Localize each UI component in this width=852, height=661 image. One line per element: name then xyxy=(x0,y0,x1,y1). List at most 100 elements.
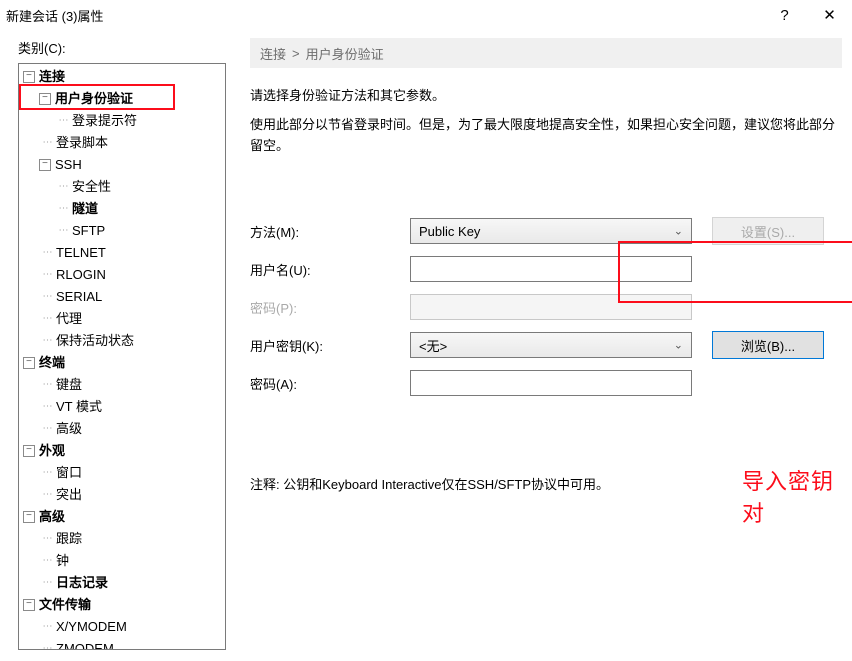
tree-item[interactable]: ⋯TELNET xyxy=(19,242,225,264)
breadcrumb: 连接 > 用户身份验证 xyxy=(250,38,842,68)
tree-item-label: 登录脚本 xyxy=(56,132,108,154)
tree-item[interactable]: ⋯窗口 xyxy=(19,462,225,484)
tree-item[interactable]: ⋯SERIAL xyxy=(19,286,225,308)
tree-item[interactable]: ⋯日志记录 xyxy=(19,572,225,594)
tree-item-label: 用户身份验证 xyxy=(55,88,133,110)
collapse-icon[interactable]: − xyxy=(23,511,35,523)
category-label: 类别(C): xyxy=(18,38,226,57)
tree-leaf-icon: ⋯ xyxy=(55,198,72,220)
tree-item[interactable]: ⋯隧道 xyxy=(19,198,225,220)
collapse-icon[interactable]: − xyxy=(23,71,35,83)
tree-item-label: SFTP xyxy=(72,220,105,242)
userkey-select[interactable]: <无> ⌄ xyxy=(410,332,692,358)
collapse-icon[interactable]: − xyxy=(39,159,51,171)
tree-item[interactable]: ⋯代理 xyxy=(19,308,225,330)
auth-form: 方法(M): Public Key ⌄ 设置(S)... 用户名(U): 密码(… xyxy=(250,212,842,402)
tree-leaf-icon: ⋯ xyxy=(39,550,56,572)
username-input[interactable] xyxy=(410,256,692,282)
tree-item-label: TELNET xyxy=(56,242,106,264)
tree-item-label: 连接 xyxy=(39,66,65,88)
intro-line1: 请选择身份验证方法和其它参数。 xyxy=(250,86,842,107)
method-select[interactable]: Public Key ⌄ xyxy=(410,218,692,244)
tree-item[interactable]: −SSH xyxy=(19,154,225,176)
tree-item[interactable]: −外观 xyxy=(19,440,225,462)
tree-leaf-icon: ⋯ xyxy=(55,110,72,132)
tree-item[interactable]: ⋯钟 xyxy=(19,550,225,572)
password-input xyxy=(410,294,692,320)
tree-item[interactable]: ⋯登录脚本 xyxy=(19,132,225,154)
tree-item[interactable]: ⋯VT 模式 xyxy=(19,396,225,418)
tree-item-label: ZMODEM xyxy=(56,638,114,650)
passphrase-label: 密码(A): xyxy=(250,374,410,393)
tree-item-label: 隧道 xyxy=(72,198,98,220)
tree-leaf-icon: ⋯ xyxy=(39,330,56,352)
tree-item-label: 文件传输 xyxy=(39,594,91,616)
tree-item[interactable]: ⋯安全性 xyxy=(19,176,225,198)
tree-leaf-icon: ⋯ xyxy=(39,374,56,396)
tree-item-label: 键盘 xyxy=(56,374,82,396)
tree-leaf-icon: ⋯ xyxy=(39,572,56,594)
help-icon[interactable]: ? xyxy=(762,0,807,30)
tree-leaf-icon: ⋯ xyxy=(39,462,56,484)
tree-item-label: 安全性 xyxy=(72,176,111,198)
tree-leaf-icon: ⋯ xyxy=(55,176,72,198)
tree-item[interactable]: ⋯登录提示符 xyxy=(19,110,225,132)
titlebar: 新建会话 (3)属性 ? ✕ xyxy=(0,0,852,30)
tree-item[interactable]: ⋯X/YMODEM xyxy=(19,616,225,638)
window-controls: ? ✕ xyxy=(762,0,852,30)
tree-item[interactable]: ⋯SFTP xyxy=(19,220,225,242)
tree-item[interactable]: −文件传输 xyxy=(19,594,225,616)
tree-item-label: 日志记录 xyxy=(56,572,108,594)
tree-item-label: SSH xyxy=(55,154,82,176)
tree-item[interactable]: ⋯ZMODEM xyxy=(19,638,225,650)
tree-leaf-icon: ⋯ xyxy=(39,264,56,286)
tree-item[interactable]: ⋯RLOGIN xyxy=(19,264,225,286)
tree-item-label: 钟 xyxy=(56,550,69,572)
tree-item[interactable]: −用户身份验证 xyxy=(19,88,225,110)
tree-item[interactable]: ⋯键盘 xyxy=(19,374,225,396)
tree-item-label: 终端 xyxy=(39,352,65,374)
tree-item[interactable]: ⋯跟踪 xyxy=(19,528,225,550)
collapse-icon[interactable]: − xyxy=(23,599,35,611)
main-panel: 连接 > 用户身份验证 请选择身份验证方法和其它参数。 使用此部分以节省登录时间… xyxy=(226,38,842,650)
username-row: 用户名(U): xyxy=(250,250,842,288)
browse-button[interactable]: 浏览(B)... xyxy=(712,331,824,359)
passphrase-input[interactable] xyxy=(410,370,692,396)
tree-item[interactable]: −高级 xyxy=(19,506,225,528)
tree-item-label: VT 模式 xyxy=(56,396,102,418)
tree-item[interactable]: −终端 xyxy=(19,352,225,374)
collapse-icon[interactable]: − xyxy=(23,357,35,369)
tree-leaf-icon: ⋯ xyxy=(39,418,56,440)
breadcrumb-current: 用户身份验证 xyxy=(306,44,384,63)
chevron-down-icon: ⌄ xyxy=(674,225,683,238)
tree-item-label: SERIAL xyxy=(56,286,102,308)
method-row: 方法(M): Public Key ⌄ 设置(S)... xyxy=(250,212,842,250)
tree-item-label: 登录提示符 xyxy=(72,110,137,132)
tree-item-label: 高级 xyxy=(56,418,82,440)
tree-item[interactable]: ⋯高级 xyxy=(19,418,225,440)
close-icon[interactable]: ✕ xyxy=(807,0,852,30)
passphrase-row: 密码(A): xyxy=(250,364,842,402)
tree-leaf-icon: ⋯ xyxy=(39,286,56,308)
tree-leaf-icon: ⋯ xyxy=(39,528,56,550)
tree-item-label: 代理 xyxy=(56,308,82,330)
tree-item-label: 外观 xyxy=(39,440,65,462)
collapse-icon[interactable]: − xyxy=(39,93,51,105)
tree-item-label: RLOGIN xyxy=(56,264,106,286)
tree-leaf-icon: ⋯ xyxy=(39,638,56,650)
tree-leaf-icon: ⋯ xyxy=(39,308,56,330)
tree-leaf-icon: ⋯ xyxy=(39,396,56,418)
method-label: 方法(M): xyxy=(250,222,410,241)
method-value: Public Key xyxy=(419,224,480,239)
tree-item[interactable]: ⋯保持活动状态 xyxy=(19,330,225,352)
tree-item[interactable]: ⋯突出 xyxy=(19,484,225,506)
category-pane: 类别(C): −连接−用户身份验证⋯登录提示符⋯登录脚本−SSH⋯安全性⋯隧道⋯… xyxy=(18,38,226,650)
settings-button: 设置(S)... xyxy=(712,217,824,245)
category-tree[interactable]: −连接−用户身份验证⋯登录提示符⋯登录脚本−SSH⋯安全性⋯隧道⋯SFTP⋯TE… xyxy=(18,63,226,650)
tree-leaf-icon: ⋯ xyxy=(39,616,56,638)
tree-leaf-icon: ⋯ xyxy=(39,484,56,506)
password-label: 密码(P): xyxy=(250,298,410,317)
collapse-icon[interactable]: − xyxy=(23,445,35,457)
tree-leaf-icon: ⋯ xyxy=(39,242,56,264)
tree-item[interactable]: −连接 xyxy=(19,66,225,88)
